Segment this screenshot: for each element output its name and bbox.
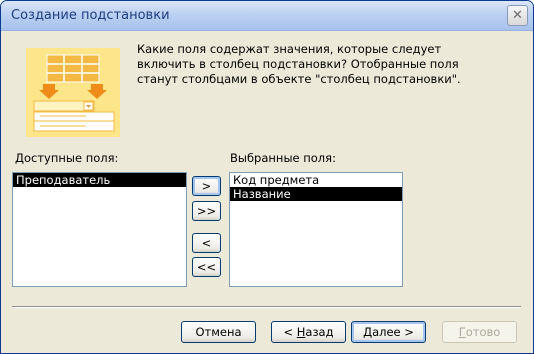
- finish-label-rest: отово: [465, 325, 501, 339]
- instruction-text: Какие поля содержат значения, которые сл…: [137, 42, 461, 86]
- list-item[interactable]: Преподаватель: [13, 173, 186, 187]
- lookup-wizard-dialog: Создание подстановки ✕ Какие поля содерж…: [0, 0, 534, 354]
- back-label-rest: азад: [305, 325, 334, 339]
- finish-label-mnemonic: Г: [458, 325, 466, 339]
- title-bar[interactable]: Создание подстановки ✕: [1, 1, 533, 31]
- available-fields-label: Доступные поля:: [15, 151, 119, 165]
- cancel-label: Отмена: [195, 325, 242, 339]
- finish-button[interactable]: Готово: [442, 321, 517, 343]
- available-fields-list[interactable]: Преподаватель: [12, 172, 187, 287]
- next-button[interactable]: Далее >: [351, 321, 426, 343]
- add-all-fields-button[interactable]: >>: [192, 201, 221, 221]
- close-icon: ✕: [512, 8, 523, 23]
- list-item[interactable]: Код предмета: [230, 173, 402, 187]
- back-label-prefix: <: [283, 325, 297, 339]
- selected-fields-list[interactable]: Код предмета Название: [229, 172, 403, 287]
- remove-field-button[interactable]: <: [192, 233, 221, 253]
- window-title: Создание подстановки: [11, 8, 170, 23]
- next-label-rest: алее >: [372, 325, 414, 339]
- lookup-illustration-icon: [33, 54, 115, 132]
- list-item[interactable]: Название: [230, 187, 402, 201]
- footer-divider: [12, 306, 521, 308]
- cancel-button[interactable]: Отмена: [181, 321, 256, 343]
- close-button[interactable]: ✕: [507, 5, 528, 26]
- add-field-button[interactable]: >: [192, 176, 221, 196]
- back-button[interactable]: < Назад: [271, 321, 346, 343]
- wizard-illustration: [26, 48, 120, 137]
- selected-fields-label: Выбранные поля:: [230, 151, 336, 165]
- remove-all-fields-button[interactable]: <<: [192, 257, 221, 277]
- next-label-mnemonic: Д: [363, 325, 373, 339]
